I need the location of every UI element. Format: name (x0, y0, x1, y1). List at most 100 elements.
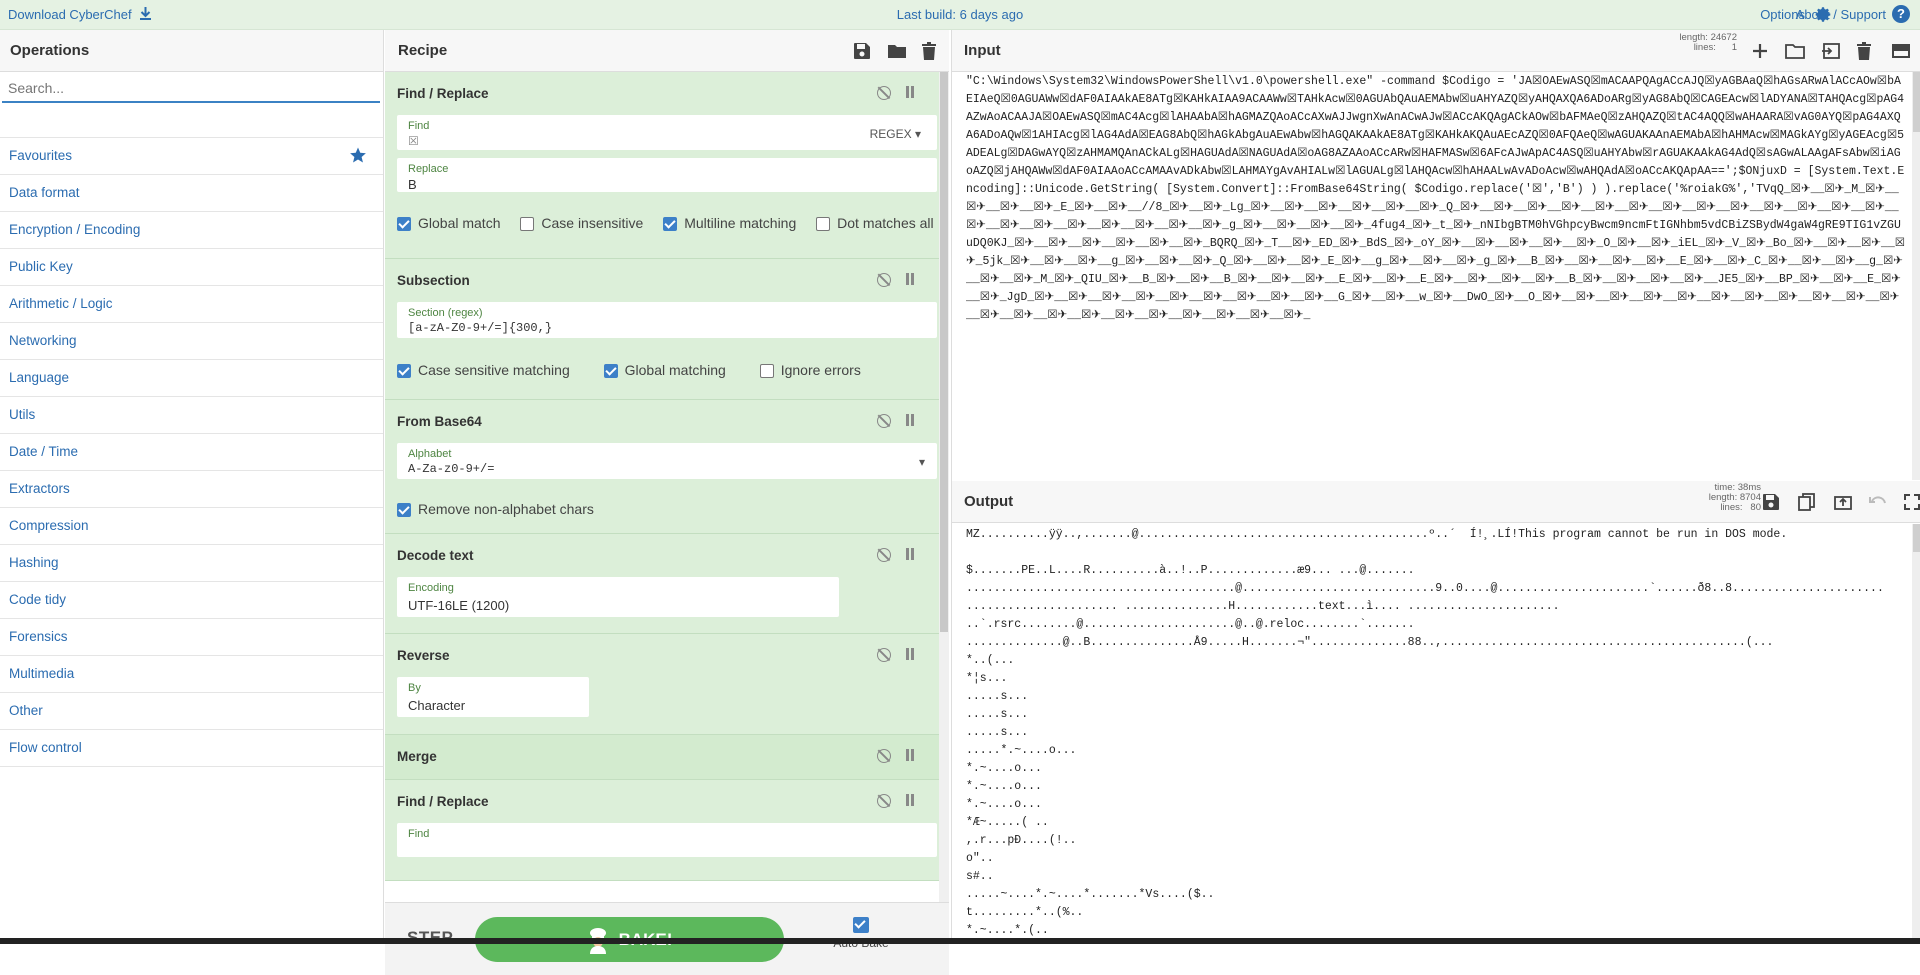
output-line: .....s... (966, 726, 1029, 739)
disable-icon[interactable] (877, 794, 891, 808)
dot-matches-all-checkbox[interactable]: Dot matches all (816, 201, 934, 246)
alphabet-dropdown-arrow[interactable]: ▾ (919, 455, 925, 469)
op-name: Merge (397, 749, 437, 764)
find-label: Find (408, 120, 430, 132)
category-data-format[interactable]: Data format (0, 175, 383, 212)
op-name: Subsection (397, 273, 470, 288)
copy-output-icon[interactable] (1797, 493, 1817, 511)
breakpoint-icon[interactable] (905, 648, 915, 660)
case-insensitive-checkbox[interactable]: Case insensitive (520, 201, 643, 246)
recipe-op-find-replace-2: Find / Replace Find (385, 780, 949, 881)
by-label: By (408, 682, 421, 694)
category-compression[interactable]: Compression (0, 508, 383, 545)
replace-input-icon[interactable] (1833, 493, 1853, 511)
save-output-icon[interactable] (1762, 493, 1782, 511)
breakpoint-icon[interactable] (905, 86, 915, 98)
breakpoint-icon[interactable] (905, 548, 915, 560)
find-field[interactable]: Find ☒ REGEX ▾ (397, 115, 937, 150)
category-encryption-encoding[interactable]: Encryption / Encoding (0, 212, 383, 249)
category-flow-control[interactable]: Flow control (0, 730, 383, 767)
case-sensitive-checkbox[interactable]: Case sensitive matching (397, 348, 570, 393)
recipe-op-find-replace: Find / Replace Find ☒ REGEX ▾ Replace B … (385, 72, 949, 259)
category-multimedia[interactable]: Multimedia (0, 656, 383, 693)
about-support-link[interactable]: About / Support (1796, 7, 1886, 22)
top-bar: Download CyberChef Last build: 6 days ag… (0, 0, 1920, 30)
save-icon[interactable] (853, 42, 871, 60)
global-match-checkbox[interactable]: Global match (397, 201, 500, 246)
replace-label: Replace (408, 163, 449, 175)
recipe-scrollbar[interactable] (939, 72, 949, 902)
encoding-field[interactable]: Encoding UTF-16LE (1200) (397, 577, 839, 617)
clear-input-icon[interactable] (1856, 42, 1876, 61)
add-tab-icon[interactable] (1750, 42, 1770, 60)
category-utils[interactable]: Utils (0, 397, 383, 434)
op-name: Decode text (397, 548, 474, 563)
output-text[interactable]: MZ..........ÿÿ..,.......@...............… (966, 526, 1906, 944)
output-line: .....~....*.~....*.......*Vs....($.. (966, 888, 1215, 901)
category-forensics[interactable]: Forensics (0, 619, 383, 656)
trash-icon[interactable] (921, 42, 939, 61)
output-line: t.........*..(%.. (966, 906, 1084, 919)
multiline-matching-checkbox[interactable]: Multiline matching (663, 201, 796, 246)
find-mode-dropdown[interactable]: REGEX ▾ (870, 127, 921, 141)
open-folder-icon[interactable] (1785, 42, 1806, 60)
disable-icon[interactable] (877, 548, 891, 562)
section-regex-field[interactable]: Section (regex) [a-zA-Z0-9+/=]{300,} (397, 302, 937, 338)
disable-icon[interactable] (877, 648, 891, 662)
recipe-op-subsection: Subsection Section (regex) [a-zA-Z0-9+/=… (385, 259, 949, 400)
category-arithmetic-logic[interactable]: Arithmetic / Logic (0, 286, 383, 323)
output-line: MZ..........ÿÿ..,.......@...............… (966, 528, 1788, 541)
help-icon[interactable]: ? (1892, 5, 1910, 23)
folder-icon[interactable] (887, 42, 906, 60)
alphabet-field[interactable]: Alphabet A-Za-z0-9+/= ▾ (397, 443, 937, 479)
input-scrollbar[interactable] (1912, 72, 1920, 480)
output-line: .....s... (966, 708, 1029, 721)
replace-field[interactable]: Replace B (397, 158, 937, 192)
breakpoint-icon[interactable] (905, 794, 915, 806)
output-line: *¦s... (966, 672, 1008, 685)
category-extractors[interactable]: Extractors (0, 471, 383, 508)
auto-bake-checkbox[interactable]: Auto Bake (821, 917, 901, 950)
breakpoint-icon[interactable] (905, 749, 915, 761)
output-line: ...................... ...............H.… (966, 600, 1560, 613)
reverse-by-field[interactable]: By Character (397, 677, 589, 717)
op-name: From Base64 (397, 414, 482, 429)
disable-icon[interactable] (877, 86, 891, 100)
unknown-char-glyph: ☒ (408, 135, 419, 149)
output-line: *..(... (966, 654, 1015, 667)
category-favourites[interactable]: Favourites (0, 137, 383, 175)
category-hashing[interactable]: Hashing (0, 545, 383, 582)
reset-layout-icon[interactable] (1891, 42, 1911, 60)
op-name: Find / Replace (397, 794, 489, 809)
disable-icon[interactable] (877, 273, 891, 287)
category-networking[interactable]: Networking (0, 323, 383, 360)
category-code-tidy[interactable]: Code tidy (0, 582, 383, 619)
disable-icon[interactable] (877, 749, 891, 763)
breakpoint-icon[interactable] (905, 273, 915, 285)
disable-icon[interactable] (877, 414, 891, 428)
output-line: s#.. (966, 870, 994, 883)
ignore-errors-checkbox[interactable]: Ignore errors (759, 348, 861, 393)
maximise-icon[interactable] (1903, 493, 1920, 511)
find-field-2[interactable]: Find (397, 823, 937, 857)
recipe-panel: Recipe Find / Replace Find ☒ REGEX ▾ Rep… (385, 30, 949, 975)
input-title: Input (964, 42, 1001, 59)
operations-search-input[interactable] (2, 74, 380, 103)
output-title: Output (964, 493, 1014, 510)
breakpoint-icon[interactable] (905, 414, 915, 426)
category-public-key[interactable]: Public Key (0, 249, 383, 286)
output-scrollbar[interactable] (1912, 524, 1920, 944)
undo-icon[interactable] (1868, 493, 1888, 511)
global-matching-checkbox[interactable]: Global matching (603, 348, 726, 393)
remove-non-alphabet-checkbox[interactable]: Remove non-alphabet chars (397, 487, 594, 532)
star-icon (349, 146, 367, 164)
open-file-icon[interactable] (1821, 42, 1841, 60)
input-stats: length: 24672 lines: 1 (1679, 32, 1737, 53)
input-textarea[interactable]: "C:\Windows\System32\WindowsPowerShell\v… (966, 73, 1906, 473)
io-panel: Input length: 24672 lines: 1 "C:\Windows… (951, 30, 1920, 944)
category-language[interactable]: Language (0, 360, 383, 397)
category-other[interactable]: Other (0, 693, 383, 730)
category-date-time[interactable]: Date / Time (0, 434, 383, 471)
output-line: ,.r...pÐ....(!.. (966, 834, 1077, 847)
recipe-op-reverse: Reverse By Character (385, 634, 949, 735)
